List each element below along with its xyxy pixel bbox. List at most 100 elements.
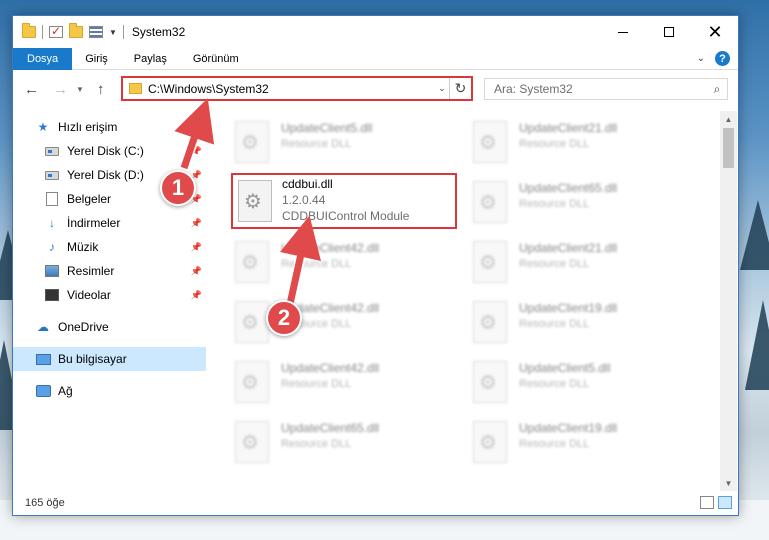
nav-item-pictures[interactable]: Resimler 📌 bbox=[13, 259, 206, 283]
callout-step-2: 2 bbox=[266, 300, 302, 336]
search-input[interactable] bbox=[494, 82, 707, 96]
up-arrow-icon[interactable]: ↑ bbox=[97, 81, 105, 98]
dll-file-icon bbox=[235, 241, 269, 283]
minimize-button[interactable] bbox=[600, 16, 646, 48]
file-item-text: UpdateClient5.dll Resource DLL bbox=[281, 115, 372, 150]
close-button[interactable]: ✕ bbox=[692, 16, 738, 48]
file-item-cddbui[interactable]: cddbui.dll 1.2.0.44 CDDBUIControl Module bbox=[231, 173, 457, 229]
tab-share[interactable]: Paylaş bbox=[121, 48, 180, 70]
minimize-icon bbox=[618, 31, 628, 33]
nav-item-this-pc[interactable]: Bu bilgisayar bbox=[13, 347, 206, 371]
properties-check-icon[interactable] bbox=[49, 24, 63, 38]
details-view-icon[interactable] bbox=[700, 496, 714, 509]
expand-ribbon-chevron-icon[interactable]: ⌄ bbox=[697, 53, 705, 64]
nav-item-local-disk-c[interactable]: Yerel Disk (C:) 📌 bbox=[13, 139, 206, 163]
file-item[interactable]: UpdateClient21.dll Resource DLL bbox=[473, 115, 705, 171]
file-item-text: UpdateClient19.dll Resource DLL bbox=[519, 295, 617, 330]
nav-item-label: Yerel Disk (D:) bbox=[67, 168, 144, 182]
file-item[interactable]: UpdateClient42.dll Resource DLL bbox=[235, 355, 467, 411]
nav-item-downloads[interactable]: ↓ İndirmeler 📌 bbox=[13, 211, 206, 235]
documents-icon bbox=[46, 192, 58, 206]
toolbar-separator bbox=[42, 25, 43, 39]
network-icon-wrap bbox=[35, 384, 51, 398]
network-icon bbox=[35, 385, 51, 397]
file-item[interactable]: UpdateClient21.dll Resource DLL bbox=[473, 235, 705, 291]
scroll-up-arrow-icon[interactable]: ▲ bbox=[720, 111, 737, 127]
pin-icon[interactable]: 📌 bbox=[191, 146, 202, 157]
dll-file-icon bbox=[473, 121, 507, 163]
status-bar: 165 öğe bbox=[13, 491, 738, 515]
file-type: Resource DLL bbox=[519, 378, 590, 390]
folder-icon[interactable] bbox=[22, 23, 36, 38]
file-type: Resource DLL bbox=[281, 438, 352, 450]
search-box[interactable]: ⌕ bbox=[484, 78, 728, 100]
item-count: 165 öğe bbox=[25, 497, 65, 509]
drive-icon-wrap bbox=[44, 168, 60, 182]
window-title: System32 bbox=[131, 25, 186, 39]
file-item[interactable]: UpdateClient42.dll Resource DLL bbox=[235, 235, 467, 291]
refresh-icon[interactable]: ↻ bbox=[449, 78, 471, 99]
customize-toolbar-dropdown-icon[interactable]: ▼ bbox=[109, 28, 117, 37]
tab-file[interactable]: Dosya bbox=[13, 47, 73, 70]
forward-arrow-icon[interactable]: → bbox=[53, 81, 68, 98]
file-name: cddbui.dll bbox=[282, 177, 333, 191]
vertical-scrollbar[interactable]: ▲ ▼ bbox=[720, 111, 737, 491]
pin-icon[interactable]: 📌 bbox=[191, 242, 202, 253]
file-name: UpdateClient42.dll bbox=[281, 361, 380, 375]
address-dropdown-icon[interactable]: ⌄ bbox=[435, 83, 449, 94]
dll-file-icon bbox=[238, 180, 272, 222]
scroll-thumb[interactable] bbox=[723, 128, 734, 168]
file-item[interactable]: UpdateClient65.dll Resource DLL bbox=[473, 175, 705, 231]
nav-item-videos[interactable]: Videolar 📌 bbox=[13, 283, 206, 307]
close-icon: ✕ bbox=[707, 22, 723, 42]
help-icon[interactable]: ? bbox=[715, 51, 730, 66]
file-item-text: cddbui.dll 1.2.0.44 CDDBUIControl Module bbox=[282, 175, 409, 223]
file-type: Resource DLL bbox=[281, 378, 352, 390]
nav-item-label: Resimler bbox=[67, 264, 115, 278]
pictures-icon bbox=[45, 265, 59, 277]
properties-icon[interactable] bbox=[89, 26, 103, 38]
search-icon[interactable]: ⌕ bbox=[707, 82, 727, 97]
pin-icon[interactable]: 📌 bbox=[191, 266, 202, 277]
nav-item-label: Videolar bbox=[67, 288, 111, 302]
dll-file-icon bbox=[235, 301, 269, 343]
tab-home[interactable]: Giriş bbox=[72, 48, 121, 70]
nav-item-label: Belgeler bbox=[67, 192, 112, 206]
background-tree bbox=[740, 200, 769, 270]
drive-icon bbox=[45, 146, 59, 156]
file-type: Resource DLL bbox=[519, 138, 590, 150]
explorer-window: ▼ System32 ✕ Dosya Giriş Paylaş Görünüm … bbox=[12, 15, 739, 516]
drive-icon-wrap bbox=[44, 144, 60, 158]
recent-locations-dropdown-icon[interactable]: ▼ bbox=[76, 85, 84, 94]
file-item[interactable]: UpdateClient5.dll Resource DLL bbox=[473, 355, 705, 411]
window-controls: ✕ bbox=[600, 16, 738, 48]
ribbon-tabs: Dosya Giriş Paylaş Görünüm ⌄ ? bbox=[13, 47, 738, 70]
nav-item-label: Bu bilgisayar bbox=[58, 352, 127, 366]
pin-icon[interactable]: 📌 bbox=[191, 218, 202, 229]
back-arrow-icon[interactable]: ← bbox=[24, 81, 39, 98]
maximize-button[interactable] bbox=[646, 16, 692, 48]
tab-view[interactable]: Görünüm bbox=[180, 48, 252, 70]
file-item-text: UpdateClient42.dll Resource DLL bbox=[281, 235, 379, 270]
nav-quick-access[interactable]: ★ Hızlı erişim bbox=[13, 115, 206, 139]
nav-item-label: Müzik bbox=[67, 240, 99, 254]
file-item[interactable]: UpdateClient65.dll Resource DLL bbox=[235, 415, 467, 471]
file-item[interactable]: UpdateClient5.dll Resource DLL bbox=[235, 115, 467, 171]
large-icons-view-icon[interactable] bbox=[718, 496, 732, 509]
new-folder-icon[interactable] bbox=[69, 23, 83, 38]
address-path[interactable]: C:\Windows\System32 bbox=[148, 82, 435, 96]
star-icon: ★ bbox=[37, 120, 49, 134]
nav-item-music[interactable]: ♪ Müzik 📌 bbox=[13, 235, 206, 259]
file-item[interactable]: UpdateClient19.dll Resource DLL bbox=[473, 295, 705, 351]
computer-icon bbox=[35, 353, 51, 365]
address-bar[interactable]: C:\Windows\System32 ⌄ ↻ bbox=[121, 76, 473, 101]
file-item[interactable]: UpdateClient19.dll Resource DLL bbox=[473, 415, 705, 471]
nav-item-onedrive[interactable]: ☁ OneDrive bbox=[13, 315, 206, 339]
nav-item-network[interactable]: Ağ bbox=[13, 379, 206, 403]
documents-icon-wrap bbox=[44, 192, 60, 206]
nav-item-label: İndirmeler bbox=[67, 216, 121, 230]
scroll-down-arrow-icon[interactable]: ▼ bbox=[720, 475, 737, 491]
file-name: UpdateClient19.dll bbox=[519, 421, 618, 435]
pin-icon[interactable]: 📌 bbox=[191, 290, 202, 301]
file-item-text: UpdateClient65.dll Resource DLL bbox=[281, 415, 379, 450]
